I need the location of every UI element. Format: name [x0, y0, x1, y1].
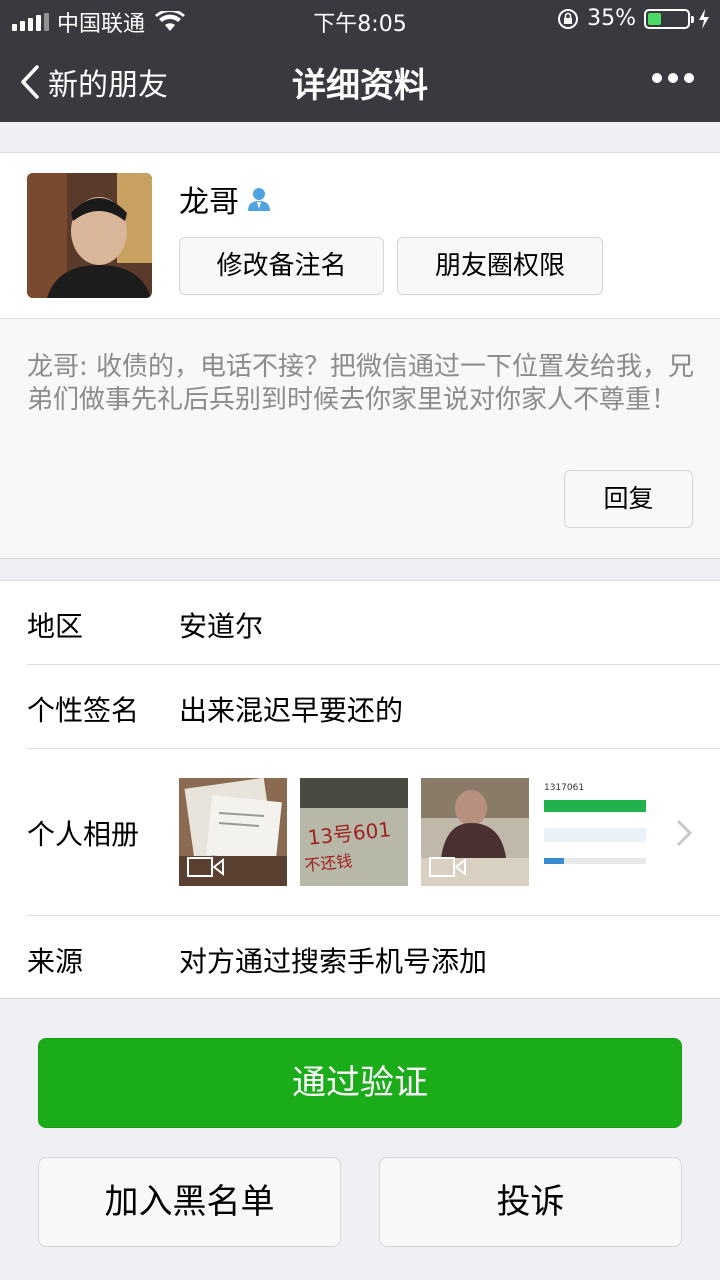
album-label: 个人相册 — [27, 818, 140, 851]
battery-icon — [644, 8, 694, 29]
status-bar: 中国联通 下午8:05 35% — [0, 0, 720, 40]
video-icon — [429, 857, 466, 877]
page-title: 详细资料 — [292, 66, 428, 106]
approve-verification-button[interactable]: 通过验证 — [38, 1038, 682, 1128]
video-icon — [187, 857, 224, 877]
battery-level — [648, 12, 661, 25]
battery-percent: 35% — [587, 6, 636, 31]
contact-name: 龙哥 — [179, 185, 239, 220]
signature-row: 个性签名 出来混迟早要还的 — [0, 665, 720, 749]
region-label: 地区 — [27, 610, 84, 643]
svg-text:1317061: 1317061 — [544, 783, 584, 793]
album-thumbnail-video[interactable] — [179, 778, 287, 886]
info-list: 地区 安道尔 个性签名 出来混迟早要还的 个人相册 13号601 不还钱 131… — [0, 580, 720, 999]
male-user-icon — [248, 188, 270, 211]
album-thumbnail-screenshot[interactable]: 1317061 — [542, 778, 650, 886]
rotation-lock-icon — [558, 8, 579, 29]
album-thumbnail-photo[interactable]: 13号601 不还钱 — [300, 778, 408, 886]
avatar-image — [27, 173, 152, 298]
add-to-blacklist-button[interactable]: 加入黑名单 — [38, 1157, 341, 1247]
profile-card: 龙哥 修改备注名 朋友圈权限 — [0, 152, 720, 318]
status-right: 35% — [557, 6, 710, 31]
album-thumbnails: 13号601 不还钱 1317061 — [179, 778, 650, 886]
signature-label: 个性签名 — [27, 694, 140, 727]
name-row: 龙哥 — [179, 177, 273, 221]
source-value: 对方通过搜索手机号添加 — [179, 945, 488, 978]
reply-button[interactable]: 回复 — [564, 470, 693, 528]
verification-message: 龙哥: 收债的，电话不接？把微信通过一下位置发给我，兄弟们做事先礼后兵别到时候去… — [0, 318, 720, 559]
report-button[interactable]: 投诉 — [379, 1157, 682, 1247]
top-bar: 中国联通 下午8:05 35% 新的朋友 详细资料 — [0, 0, 720, 122]
more-dots-icon[interactable] — [652, 73, 694, 83]
album-thumbnail-video[interactable] — [421, 778, 529, 886]
avatar[interactable] — [27, 173, 152, 298]
moments-permission-button[interactable]: 朋友圈权限 — [397, 237, 603, 295]
region-row: 地区 安道尔 — [0, 581, 720, 665]
region-value: 安道尔 — [179, 610, 264, 643]
charging-bolt-icon — [699, 8, 709, 29]
signature-value: 出来混迟早要还的 — [179, 694, 404, 727]
source-row: 来源 对方通过搜索手机号添加 — [0, 916, 720, 1000]
chevron-right-icon — [676, 819, 692, 847]
source-label: 来源 — [27, 945, 84, 978]
message-text: 龙哥: 收债的，电话不接？把微信通过一下位置发给我，兄弟们做事先礼后兵别到时候去… — [27, 352, 695, 415]
navigation-bar: 新的朋友 详细资料 — [0, 40, 720, 122]
edit-remark-button[interactable]: 修改备注名 — [179, 237, 384, 295]
